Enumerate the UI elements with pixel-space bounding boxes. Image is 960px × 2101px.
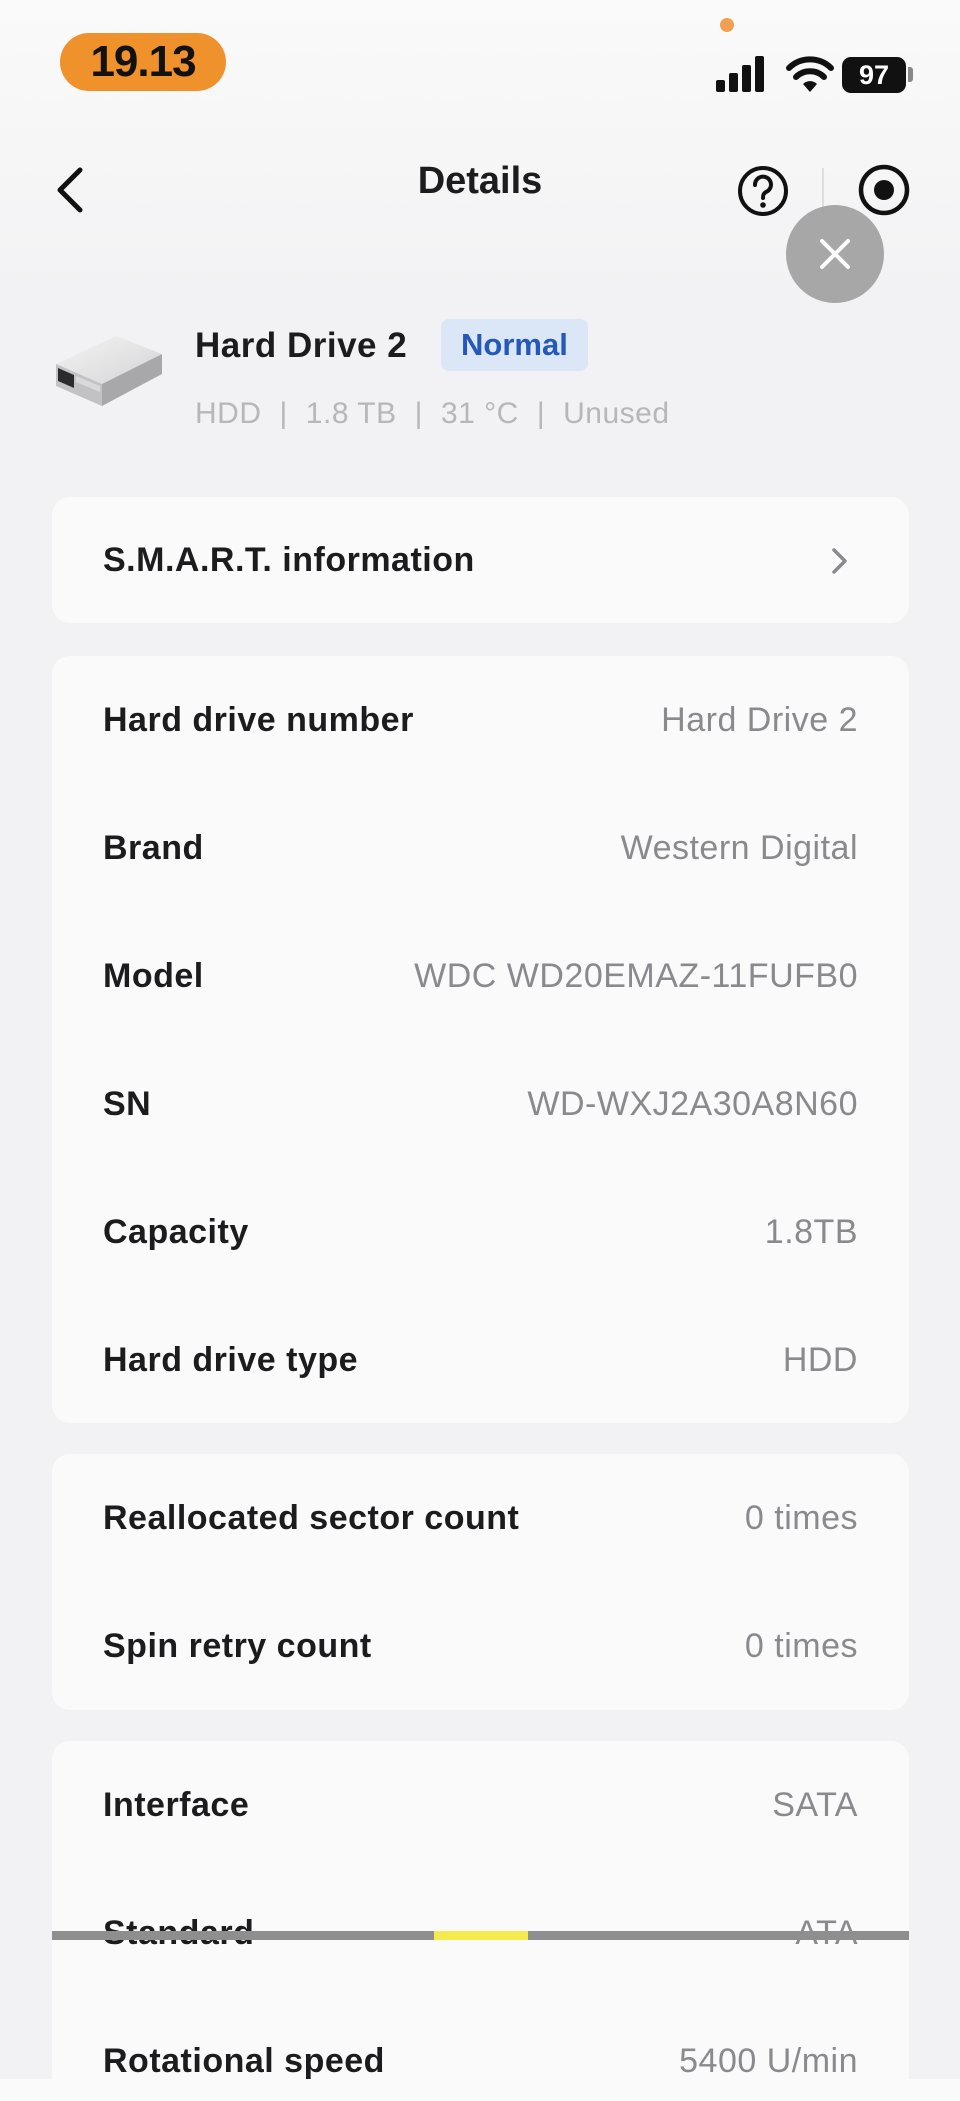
spec-row-rotational-speed: Rotational speed 5400 U/min: [52, 2021, 909, 2101]
row-value: WDC WD20EMAZ-11FUFB0: [414, 957, 858, 995]
close-icon: [820, 239, 850, 269]
spec-row-interface: Interface SATA: [52, 1765, 909, 1845]
info-row-capacity: Capacity 1.8TB: [52, 1192, 909, 1272]
row-label: Rotational speed: [103, 2042, 385, 2080]
row-value: HDD: [782, 1341, 858, 1379]
row-value: Western Digital: [620, 829, 858, 867]
info-row-drive-number: Hard drive number Hard Drive 2: [52, 680, 909, 760]
drive-name: Hard Drive 2: [195, 326, 408, 365]
privacy-indicator-dot: [720, 18, 734, 32]
row-value: 0 times: [744, 1627, 858, 1665]
drive-info-card: Hard drive number Hard Drive 2 Brand Wes…: [52, 656, 909, 1423]
row-label: Spin retry count: [103, 1627, 372, 1665]
smart-info-row[interactable]: S.M.A.R.T. information: [52, 520, 909, 600]
status-time: 19.13: [60, 33, 226, 91]
info-row-drive-type: Hard drive type HDD: [52, 1320, 909, 1400]
row-label: Interface: [103, 1786, 250, 1824]
drive-meta-line: HDD | 1.8 TB | 31 °C | Unused: [195, 397, 670, 430]
drive-type-meta: HDD: [195, 397, 262, 430]
back-chevron-icon[interactable]: [48, 160, 92, 220]
row-label: Brand: [103, 829, 204, 867]
health-row-reallocated-sectors: Reallocated sector count 0 times: [52, 1478, 909, 1558]
row-label: Reallocated sector count: [103, 1499, 520, 1537]
close-floating-button[interactable]: [786, 205, 884, 303]
specs-card: Interface SATA Standard ATA Rotational s…: [52, 1741, 909, 2101]
info-row-serial-number: SN WD-WXJ2A30A8N60: [52, 1064, 909, 1144]
battery-tip: [908, 67, 913, 82]
drive-capacity-meta: 1.8 TB: [305, 397, 397, 430]
info-row-model: Model WDC WD20EMAZ-11FUFB0: [52, 936, 909, 1016]
row-value: WD-WXJ2A30A8N60: [527, 1085, 858, 1123]
row-label: SN: [103, 1085, 152, 1123]
battery-icon: 97: [842, 57, 906, 93]
row-label: Capacity: [103, 1213, 249, 1251]
smart-info-card[interactable]: S.M.A.R.T. information: [52, 497, 909, 623]
chevron-right-icon: [832, 548, 847, 574]
row-label: Model: [103, 957, 204, 995]
status-badge: Normal: [441, 319, 588, 371]
signal-icon: [716, 56, 764, 92]
row-label: Hard drive type: [103, 1341, 359, 1379]
row-label: Hard drive number: [103, 701, 414, 739]
health-card: Reallocated sector count 0 times Spin re…: [52, 1454, 909, 1710]
help-icon[interactable]: [736, 164, 790, 218]
row-value: 5400 U/min: [679, 2042, 858, 2080]
row-value: 0 times: [744, 1499, 858, 1537]
health-row-spin-retry: Spin retry count 0 times: [52, 1606, 909, 1686]
page-title: Details: [417, 160, 543, 202]
row-value: 1.8TB: [764, 1213, 858, 1251]
hard-drive-icon: [56, 336, 162, 406]
info-row-brand: Brand Western Digital: [52, 808, 909, 888]
record-icon[interactable]: [856, 162, 912, 218]
row-value: Hard Drive 2: [661, 701, 858, 739]
drive-usage-meta: Unused: [563, 397, 670, 430]
scroll-thumb[interactable]: [434, 1931, 528, 1940]
wifi-icon: [786, 56, 834, 92]
row-value: SATA: [772, 1786, 858, 1824]
smart-info-label: S.M.A.R.T. information: [103, 541, 475, 579]
drive-temperature-meta: 31 °C: [440, 397, 519, 430]
